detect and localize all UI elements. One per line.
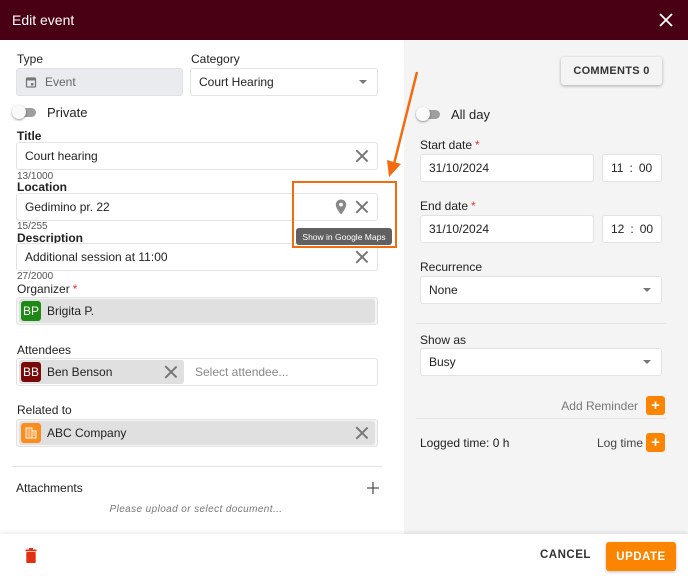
organizer-chip: BP Brigita P. — [19, 299, 375, 323]
category-label: Category — [191, 52, 240, 66]
required-mark: * — [471, 199, 476, 213]
toggle-knob — [12, 105, 26, 119]
start-date-input[interactable]: 31/10/2024 — [420, 154, 594, 182]
organizer-label: Organizer * — [17, 282, 77, 296]
recurrence-value: None — [429, 283, 458, 297]
attendees-field[interactable]: BB Ben Benson Select attendee... — [16, 358, 378, 386]
add-reminder-label: Add Reminder — [561, 398, 638, 413]
related-to-chip: ABC Company — [19, 421, 375, 445]
avatar: BP — [21, 301, 41, 321]
related-to-field[interactable]: ABC Company — [16, 419, 378, 447]
clear-description-icon[interactable] — [355, 250, 369, 264]
dialog-title: Edit event — [12, 12, 75, 28]
time-separator: : — [629, 161, 633, 175]
attachments-label: Attachments — [16, 481, 83, 495]
cancel-button[interactable]: CANCEL — [540, 549, 591, 561]
divider — [416, 323, 666, 324]
attendee-chip: BB Ben Benson — [19, 360, 184, 384]
description-value: Additional session at 11:00 — [25, 250, 168, 264]
toggle-knob — [416, 107, 430, 121]
attachments-empty-text: Please upload or select document... — [109, 504, 283, 515]
add-reminder-button[interactable]: + — [646, 396, 665, 415]
remove-attendee-icon[interactable] — [164, 365, 178, 379]
description-counter: 27/2000 — [17, 271, 54, 282]
start-date-value: 31/10/2024 — [429, 161, 490, 175]
start-hour[interactable]: 11 — [611, 161, 623, 175]
title-input[interactable]: Court hearing — [16, 142, 378, 170]
trash-icon[interactable] — [25, 548, 37, 563]
category-select[interactable]: Court Hearing — [190, 68, 378, 96]
attendees-label: Attendees — [17, 343, 72, 357]
end-date-label: End date * — [420, 199, 476, 213]
avatar: BB — [21, 362, 41, 382]
required-mark: * — [72, 282, 78, 296]
add-reminder-row: Add Reminder + — [561, 396, 665, 415]
all-day-toggle[interactable] — [416, 107, 440, 121]
start-date-label: Start date * — [420, 138, 480, 152]
private-label: Private — [47, 105, 88, 120]
clear-title-icon[interactable] — [355, 149, 369, 163]
edit-event-dialog: Edit event Type Event Category Court Hea… — [0, 0, 688, 576]
comments-button[interactable]: COMMENTS 0 — [561, 57, 662, 85]
attendee-search-input[interactable]: Select attendee... — [195, 365, 288, 379]
end-date-label-text: End date — [420, 199, 469, 213]
start-date-label-text: Start date — [420, 138, 473, 152]
location-label: Location — [17, 180, 67, 194]
log-time-row: Log time + — [597, 433, 665, 452]
private-toggle[interactable] — [12, 105, 36, 119]
close-button[interactable] — [656, 10, 676, 30]
end-date-value: 31/10/2024 — [429, 222, 490, 236]
all-day-label: All day — [451, 107, 491, 122]
calendar-icon — [25, 77, 37, 88]
location-value: Gedimino pr. 22 — [25, 200, 110, 214]
end-time-input[interactable]: 12 : 00 — [602, 215, 662, 243]
related-to-label: Related to — [17, 403, 72, 417]
logged-time-text: Logged time: 0 h — [420, 436, 510, 450]
company-icon — [21, 423, 41, 443]
end-date-input[interactable]: 31/10/2024 — [420, 215, 594, 243]
type-value: Event — [45, 75, 76, 89]
title-value: Court hearing — [25, 149, 98, 163]
required-mark: * — [475, 138, 480, 152]
title-label: Title — [17, 129, 42, 143]
dialog-header: Edit event — [0, 0, 688, 40]
close-icon — [659, 13, 673, 27]
time-separator: : — [630, 222, 634, 236]
end-minute[interactable]: 00 — [640, 222, 653, 236]
add-attachment-icon[interactable] — [367, 482, 379, 494]
recurrence-select[interactable]: None — [420, 276, 662, 304]
divider — [12, 466, 382, 467]
show-as-label: Show as — [420, 333, 467, 347]
attendee-name: Ben Benson — [47, 365, 113, 379]
related-to-name: ABC Company — [47, 426, 127, 440]
type-field: Event — [16, 68, 183, 96]
organizer-name: Brigita P. — [47, 304, 95, 318]
start-time-input[interactable]: 11 : 00 — [602, 154, 662, 182]
update-button[interactable]: UPDATE — [606, 542, 676, 571]
category-value: Court Hearing — [199, 75, 274, 89]
show-as-select[interactable]: Busy — [420, 348, 662, 376]
chevron-down-icon — [643, 288, 651, 292]
type-label: Type — [17, 52, 44, 66]
divider — [416, 418, 666, 419]
log-time-label: Log time — [596, 435, 643, 450]
chevron-down-icon — [359, 80, 367, 84]
clear-related-to-icon[interactable] — [355, 426, 369, 440]
organizer-field[interactable]: BP Brigita P. — [16, 297, 378, 325]
start-minute[interactable]: 00 — [639, 161, 652, 175]
recurrence-label: Recurrence — [420, 260, 483, 274]
end-hour[interactable]: 12 — [611, 222, 624, 236]
chevron-down-icon — [643, 360, 651, 364]
annotation-highlight-box — [292, 181, 397, 248]
show-as-value: Busy — [429, 355, 456, 369]
organizer-label-text: Organizer — [17, 282, 70, 296]
log-time-button[interactable]: + — [646, 433, 665, 452]
